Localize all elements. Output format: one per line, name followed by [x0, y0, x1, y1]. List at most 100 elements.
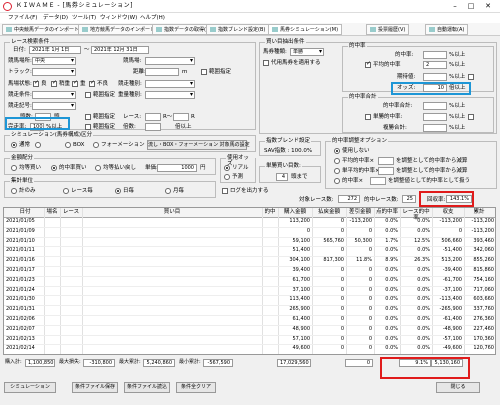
tab-simulation[interactable]: 馬券シミュレーション(M)	[268, 24, 343, 35]
cond-heavy-checkbox[interactable]	[72, 80, 78, 87]
table-row[interactable]: 2021/01/17 39,400 0 0 0.0% 0.0% -39,400 815,860	[4, 267, 495, 277]
agg-month-radio[interactable]	[165, 188, 171, 194]
race-type-select[interactable]	[145, 80, 195, 88]
menu-file[interactable]: ファイル(F)	[8, 15, 37, 21]
tab-import-central[interactable]: 中央競馬データのインポート(S)	[2, 24, 91, 35]
odds-forecast-radio[interactable]	[224, 174, 230, 180]
popular-checkbox[interactable]	[85, 124, 91, 130]
amount-hit-radio[interactable]	[51, 165, 57, 171]
cond-good-checkbox[interactable]	[33, 80, 39, 87]
table-cell: 0	[340, 247, 344, 254]
track-select[interactable]	[32, 68, 76, 76]
ticket-type-select[interactable]: 単勝	[290, 48, 324, 56]
close-icon[interactable]: ✕	[481, 2, 495, 11]
output-log-checkbox[interactable]	[222, 188, 228, 194]
tab-index-data[interactable]: 指数データの取得(I)	[152, 24, 214, 35]
weight-type-select[interactable]	[145, 91, 195, 99]
minimize-icon[interactable]: –	[448, 2, 462, 11]
race-from-field[interactable]	[145, 113, 161, 121]
table-cell: -51,400	[442, 247, 462, 254]
hit-sum-field[interactable]	[423, 102, 447, 110]
single-hit-checkbox[interactable]	[365, 114, 371, 120]
agg-race-radio[interactable]	[63, 188, 69, 194]
table-cell: 61,400	[292, 316, 311, 322]
cond-bad-checkbox[interactable]	[89, 80, 95, 87]
tab-index-blend[interactable]: 指数ブレンド設定(B)	[206, 24, 270, 35]
expected-value-field[interactable]	[423, 73, 447, 81]
table-cell: 0.0%	[385, 267, 398, 273]
table-row[interactable]: 2021/02/06 61,400 0 0 0.0% 0.0% -61,400 276,360	[4, 316, 495, 326]
agg-total-radio[interactable]	[11, 188, 17, 194]
expected-range-checkbox[interactable]	[468, 74, 474, 80]
table-cell: 0	[368, 306, 372, 313]
hit-adjust-opt2-field[interactable]	[378, 167, 394, 175]
menu-window[interactable]: ウィンドウ(W)	[100, 15, 137, 21]
close-button[interactable]: 閉じる	[436, 382, 480, 393]
single-hit-field[interactable]	[423, 113, 447, 121]
hit-adjust-opt1-radio[interactable]	[334, 158, 340, 164]
buy-count-field[interactable]: 4	[276, 173, 288, 181]
table-row[interactable]: 2021/01/11 51,400 0 0 0.0% 0.0% -51,400 342,060	[4, 247, 495, 258]
maximize-icon[interactable]: □	[464, 2, 478, 11]
table-row[interactable]: 2021/02/14 49,600 0 0 0.0% 0.0% -49,600 120,760	[4, 345, 495, 354]
table-cell: 0	[368, 345, 372, 352]
distance-field[interactable]	[145, 68, 179, 76]
amount-return-radio[interactable]	[95, 165, 101, 171]
distance-range-checkbox[interactable]	[201, 69, 207, 75]
table-row[interactable]: 2021/01/10 59,100 565,760 50,300 1.7% 12.5% 50…	[4, 238, 495, 248]
table-row[interactable]: 2021/02/13 57,100 0 0 0.0% 0.0% -57,100 170,360	[4, 336, 495, 346]
odds-min-field[interactable]	[145, 123, 161, 131]
table-row[interactable]: 2021/01/23 61,700 0 0 0.0% 0.0% -61,700 754,160	[4, 277, 495, 287]
avg-hit-field[interactable]: 2	[423, 61, 447, 69]
hit-adjust-opt3-radio[interactable]	[334, 178, 340, 184]
hit-adjust-opt1-field[interactable]	[378, 157, 394, 165]
table-row[interactable]: 2021/01/30 113,400 0 0 0.0% 0.0% -113,400 603,6…	[4, 296, 495, 307]
clear-conditions-button[interactable]: 条件全クリア	[176, 382, 216, 393]
sim-normal-radio[interactable]	[11, 142, 17, 148]
venue-select[interactable]: 中央	[32, 57, 76, 65]
tab-auto[interactable]: 自動運転(A)	[425, 24, 469, 35]
single-range-checkbox[interactable]	[468, 114, 474, 120]
odds-real-radio[interactable]	[224, 165, 230, 171]
sim-flow-radio[interactable]	[35, 142, 41, 148]
sim-formation-radio[interactable]	[93, 142, 99, 148]
table-row[interactable]: 2021/02/07 48,900 0 0 0.0% 0.0% -48,900 227,460	[4, 326, 495, 336]
race-cond-select[interactable]	[32, 91, 76, 99]
amount-uniform-radio[interactable]	[11, 165, 17, 171]
hit-rate-field[interactable]	[423, 51, 447, 59]
save-conditions-button[interactable]: 条件ファイル保存	[72, 382, 118, 393]
avg-hit-checkbox[interactable]	[365, 61, 371, 68]
table-row[interactable]: 2021/01/09 0 0 0 0.0% 0.0% 0 -113,200	[4, 228, 495, 238]
date-from-field[interactable]: 2021年 1月 1日	[29, 46, 81, 54]
menu-data[interactable]: データ(D)	[43, 15, 68, 21]
date-to-field[interactable]: 2021年 12月 31日	[91, 46, 149, 54]
horses-range-checkbox[interactable]	[85, 114, 91, 120]
table-row[interactable]: 2021/01/16 304,100 817,300 11.8% 8.9% 26.3% 51…	[4, 257, 495, 267]
menu-help[interactable]: ヘルプ(H)	[140, 15, 165, 21]
race-cond-range-checkbox[interactable]	[85, 92, 91, 98]
table-row[interactable]: 2021/01/05 113,200 0 -113,200 0.0% 0.0% -113,2…	[4, 218, 495, 228]
table-cell: 0.0%	[385, 227, 398, 234]
tab-history[interactable]: 投票履歴(V)	[366, 24, 410, 35]
unit-price-field[interactable]: 1000	[157, 164, 197, 172]
table-row[interactable]: 2021/01/31 265,900 0 0 0.0% 0.0% -265,900 337,7…	[4, 306, 495, 316]
place-sum-field[interactable]	[423, 124, 447, 132]
race-symbol-select[interactable]	[32, 102, 76, 110]
sim-box-radio[interactable]	[65, 142, 71, 148]
menu-tools[interactable]: ツール(T)	[72, 15, 96, 21]
hit-adjust-none-radio[interactable]	[334, 148, 340, 154]
race-to-field[interactable]	[173, 113, 189, 121]
hit-adjust-opt2-radio[interactable]	[334, 168, 340, 174]
substitute-ticket-checkbox[interactable]	[263, 60, 269, 66]
table-cell: 265,900	[289, 306, 310, 313]
agg-day-radio[interactable]	[115, 188, 121, 194]
load-conditions-button[interactable]: 条件ファイル読込	[124, 382, 170, 393]
simulate-button[interactable]: シミュレーション	[4, 382, 56, 393]
cond-slightly-checkbox[interactable]	[51, 80, 57, 87]
table-row[interactable]: 2021/01/24 37,100 0 0 0.0% 0.0% -37,100 717,060	[4, 287, 495, 297]
table-cell: 0	[306, 227, 310, 234]
flow-settings-button[interactable]: 流し・BOX・フォーメーション 対象馬の設定	[147, 140, 250, 150]
odds-highlight	[391, 82, 471, 95]
hit-adjust-opt3-field[interactable]	[370, 177, 386, 185]
course-select[interactable]	[145, 57, 195, 65]
